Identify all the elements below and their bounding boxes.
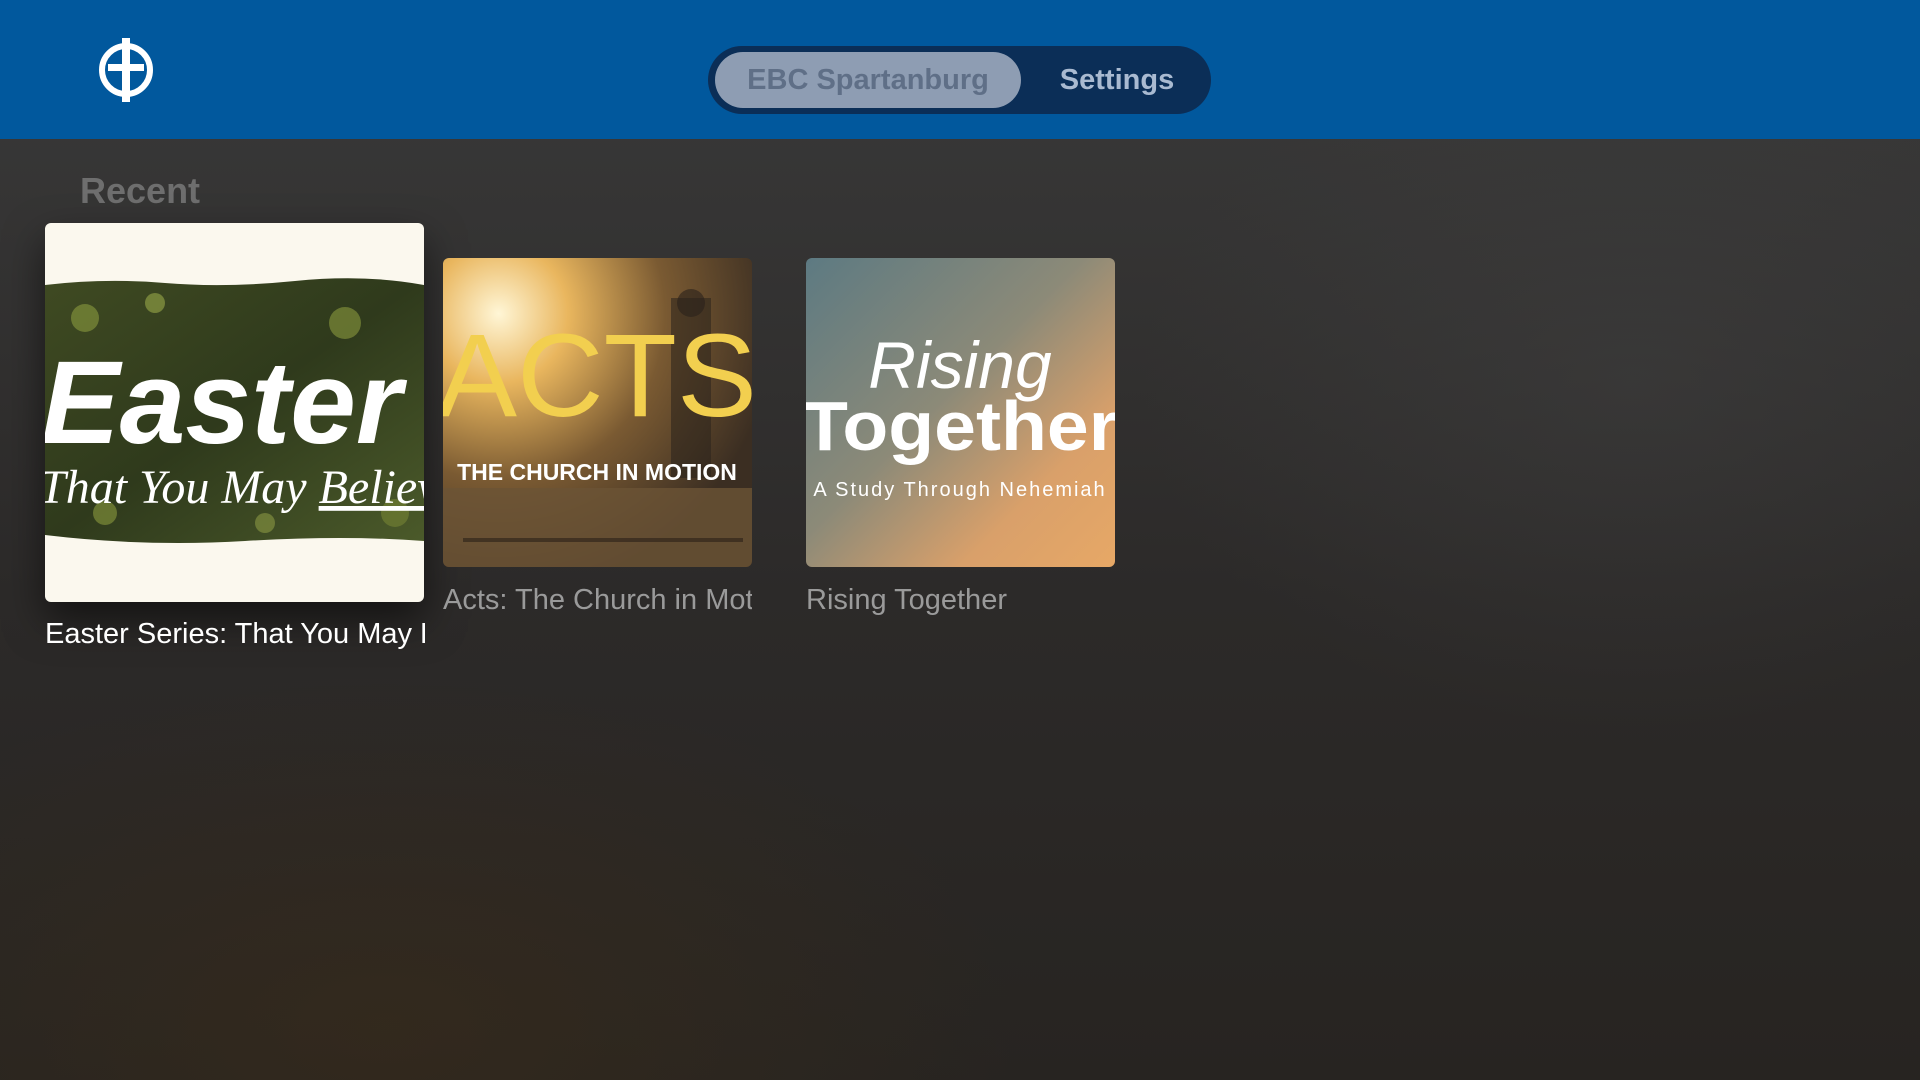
series-artwork-rising-together: Rising Together A Study Through Nehemiah — [806, 258, 1115, 567]
tab-settings-label: Settings — [1059, 63, 1175, 96]
series-card-acts[interactable]: ACTS THE CHURCH IN MOTION Acts: The Chur… — [443, 258, 753, 628]
series-title-easter: Easter Series: That You May Believe — [45, 618, 425, 650]
easter-art-subtitle-underlined: Believe — [319, 461, 424, 514]
series-title-rising-together: Rising Together — [806, 584, 1007, 616]
series-artwork-easter: Easter That You May Believe — [45, 223, 424, 602]
series-title-acts: Acts: The Church in Motion — [443, 584, 752, 616]
tab-ebc-spartanburg-label: EBC Spartanburg — [747, 63, 989, 96]
easter-art-subtitle: That You May — [45, 461, 319, 514]
top-tab-bar: EBC Spartanburg Settings — [708, 46, 1211, 114]
series-card-rising-together[interactable]: Rising Together A Study Through Nehemiah… — [806, 258, 1116, 628]
church-logo-icon — [96, 34, 156, 106]
top-bar: EBC Spartanburg Settings — [0, 0, 1920, 139]
svg-text:That You May Believe: That You May Believe — [45, 461, 424, 514]
tab-ebc-spartanburg[interactable]: EBC Spartanburg — [715, 52, 1021, 108]
easter-art-title: Easter — [45, 337, 408, 469]
series-card-easter[interactable]: Easter That You May Believe Easter Serie… — [45, 223, 425, 663]
series-artwork-acts: ACTS THE CHURCH IN MOTION — [443, 258, 752, 567]
rising-art-subtitle: A Study Through Nehemiah — [813, 479, 1106, 501]
acts-art-title: ACTS — [443, 310, 752, 442]
section-title-recent: Recent — [80, 170, 201, 211]
acts-art-subtitle: THE CHURCH IN MOTION — [457, 459, 737, 485]
tab-settings[interactable]: Settings — [1031, 52, 1203, 108]
rising-art-title-2: Together — [806, 387, 1115, 465]
